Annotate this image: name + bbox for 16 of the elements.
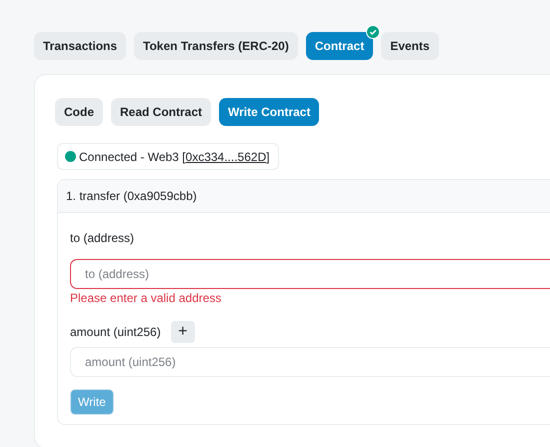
tab[interactable]: Token Transfers (ERC-20) [134, 32, 298, 60]
input-field[interactable]: to (address) [70, 259, 550, 289]
field-label: to (address) [70, 231, 134, 245]
tab[interactable]: Contract [306, 32, 374, 60]
field-label: amount (uint256) [70, 325, 161, 339]
wallet-address-link[interactable]: 0xc334....562D [186, 150, 266, 164]
connection-status: Connected - Web3 [0xc334....562D] [79, 150, 270, 164]
verified-check-icon [366, 25, 380, 39]
error-message: Please enter a valid address [70, 291, 222, 305]
add-button[interactable]: + [170, 321, 195, 343]
subtab[interactable]: Write Contract [219, 98, 320, 126]
tab[interactable]: Transactions [34, 32, 126, 60]
subtab[interactable]: Code [55, 98, 103, 126]
subtab[interactable]: Read Contract [111, 98, 212, 126]
method-title[interactable]: 1. transfer (0xa9059cbb) [58, 180, 550, 213]
tab[interactable]: Events [381, 32, 439, 60]
